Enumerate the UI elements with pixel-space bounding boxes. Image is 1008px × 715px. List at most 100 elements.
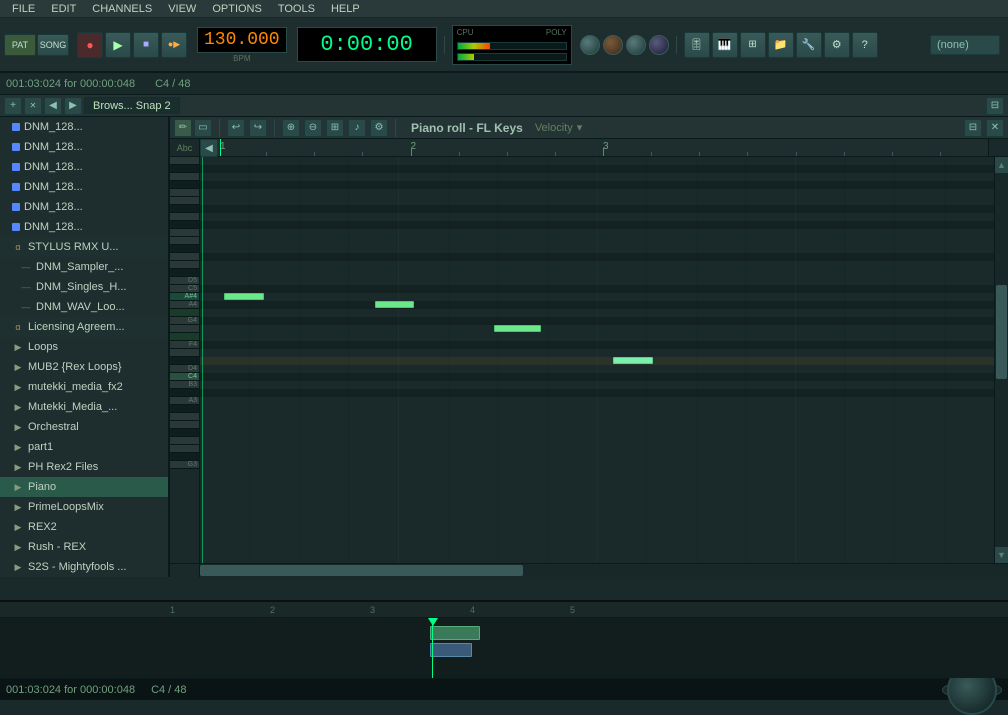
menu-view[interactable]: VIEW	[160, 0, 204, 18]
stop-button[interactable]: ■	[133, 32, 159, 58]
menu-channels[interactable]: CHANNELS	[84, 0, 160, 18]
list-item-s2s[interactable]: ▶ S2S - Mightyfools ...	[0, 557, 168, 577]
none-dropdown[interactable]: (none)	[930, 35, 1000, 55]
piano-key-gs5[interactable]: A5	[170, 221, 199, 229]
piano-key-fs4[interactable]	[170, 325, 199, 333]
list-item-mub2[interactable]: ▶ MUB2 {Rex Loops}	[0, 357, 168, 377]
zoom-out-button[interactable]: ⊖	[304, 119, 322, 137]
list-item-rex2[interactable]: ▶ REX2	[0, 517, 168, 537]
horizontal-scrollbar[interactable]	[170, 563, 1008, 577]
piano-key-e5[interactable]	[170, 253, 199, 261]
piano-key-d3[interactable]	[170, 445, 199, 453]
master-volume-knob[interactable]	[580, 35, 600, 55]
piano-key-g5[interactable]	[170, 229, 199, 237]
h-scrollbar-track[interactable]	[200, 564, 1008, 577]
vertical-scrollbar[interactable]: ▲ ▼	[994, 157, 1008, 563]
list-item[interactable]: — DNM_Singles_H...	[0, 277, 168, 297]
piano-key-b5[interactable]	[170, 197, 199, 205]
list-item-mutekki-media[interactable]: ▶ Mutekki_Media_...	[0, 397, 168, 417]
piano-key-as3[interactable]: A#3	[170, 389, 199, 397]
piano-key-g4[interactable]: G4	[170, 317, 199, 325]
list-item-orchestral[interactable]: ▶ Orchestral	[0, 417, 168, 437]
piano-key-fs3[interactable]	[170, 421, 199, 429]
timeline-tracks[interactable]	[0, 618, 1008, 678]
list-item[interactable]: α Licensing Agreem...	[0, 317, 168, 337]
piano-key-ds5[interactable]: F5	[170, 269, 199, 277]
draw-tool[interactable]: ✏	[174, 119, 192, 137]
swing-knob[interactable]	[649, 35, 669, 55]
list-item[interactable]: DNM_128...	[0, 197, 168, 217]
piano-key-a3[interactable]: A3	[170, 397, 199, 405]
settings-button[interactable]: ⚙	[824, 32, 850, 58]
timeline-pattern-1[interactable]	[430, 626, 480, 640]
piano-key-b4[interactable]: C5	[170, 285, 199, 293]
scale-button[interactable]: ⚙	[370, 119, 388, 137]
scroll-up-button[interactable]: ▲	[995, 157, 1008, 173]
piano-key-f5[interactable]: G5	[170, 245, 199, 253]
menu-help[interactable]: HELP	[323, 0, 368, 18]
bpm-display[interactable]: 130.000	[197, 27, 287, 53]
menu-edit[interactable]: EDIT	[43, 0, 84, 18]
pat-button[interactable]: PAT	[4, 34, 36, 56]
list-item[interactable]: DNM_128...	[0, 137, 168, 157]
nav-left-button[interactable]: ◀	[44, 97, 62, 115]
piano-key-e6[interactable]	[170, 157, 199, 165]
piano-key-as4[interactable]: A#4	[170, 293, 199, 301]
list-item-piano[interactable]: ▶ Piano	[0, 477, 168, 497]
record-live-button[interactable]: ●▶	[161, 32, 187, 58]
step-seq-button[interactable]: ⊞	[740, 32, 766, 58]
piano-key-d6[interactable]	[170, 173, 199, 181]
piano-roll-button[interactable]: 🎹	[712, 32, 738, 58]
menu-options[interactable]: OPTIONS	[204, 0, 270, 18]
piano-key-d5[interactable]	[170, 261, 199, 269]
tempo-dial[interactable]	[942, 681, 1002, 699]
velocity-label-btn[interactable]: Velocity	[535, 122, 573, 134]
piano-key-e3[interactable]	[170, 437, 199, 445]
list-item[interactable]: α STYLUS RMX U...	[0, 237, 168, 257]
nav-right-button[interactable]: ▶	[64, 97, 82, 115]
piano-key-c3[interactable]: G3	[170, 461, 199, 469]
quantize-button[interactable]: ⊞	[326, 119, 344, 137]
piano-roll-ruler[interactable]: 1 2 3	[218, 139, 988, 157]
h-scrollbar-thumb[interactable]	[200, 565, 523, 576]
piano-key-ds6[interactable]	[170, 165, 199, 173]
piano-key-c6[interactable]	[170, 189, 199, 197]
velocity-dropdown-arrow[interactable]: ▾	[577, 121, 583, 134]
plugin-button[interactable]: 🔧	[796, 32, 822, 58]
select-tool[interactable]: ▭	[194, 119, 212, 137]
scrollbar-thumb[interactable]	[996, 285, 1007, 379]
piano-key-cs6[interactable]: D#6	[170, 181, 199, 189]
scrollbar-track[interactable]	[995, 173, 1008, 547]
piano-key-d4b[interactable]: D4	[170, 365, 199, 373]
panel-options-button[interactable]: ⊟	[986, 97, 1004, 115]
piano-key-a5[interactable]	[170, 213, 199, 221]
undo-button[interactable]: ↩	[227, 119, 245, 137]
list-item-rush-rex[interactable]: ▶ Rush - REX	[0, 537, 168, 557]
scroll-down-button[interactable]: ▼	[995, 547, 1008, 563]
list-item[interactable]: DNM_128...	[0, 117, 168, 137]
close-panel-button[interactable]: ✕	[24, 97, 42, 115]
note-a4[interactable]	[375, 301, 415, 308]
record-button[interactable]: ●	[77, 32, 103, 58]
piano-key-e4[interactable]: F4	[170, 341, 199, 349]
piano-key-ds4[interactable]: D#4	[170, 357, 199, 365]
browser-button[interactable]: 📁	[768, 32, 794, 58]
menu-file[interactable]: FILE	[4, 0, 43, 18]
scroll-left-button[interactable]: ◀	[200, 139, 218, 157]
piano-key-ds3[interactable]	[170, 453, 199, 461]
mixer-button[interactable]: 🎚	[684, 32, 710, 58]
zoom-in-button[interactable]: ⊕	[282, 119, 300, 137]
piano-key-f3[interactable]: G#3	[170, 429, 199, 437]
menu-tools[interactable]: TOOLS	[270, 0, 323, 18]
timeline-pattern-2[interactable]	[430, 643, 472, 657]
list-item-primeloops[interactable]: ▶ PrimeLoopsMix	[0, 497, 168, 517]
list-item-mutekki-fx[interactable]: ▶ mutekki_media_fx2	[0, 377, 168, 397]
list-item[interactable]: DNM_128...	[0, 157, 168, 177]
list-item[interactable]: — DNM_WAV_Loo...	[0, 297, 168, 317]
piano-key-d4[interactable]	[170, 349, 199, 357]
list-item-loops[interactable]: ▶ Loops	[0, 337, 168, 357]
list-item-part1[interactable]: ▶ part1	[0, 437, 168, 457]
chord-button[interactable]: ♪	[348, 119, 366, 137]
list-item-ph-rex2[interactable]: ▶ PH Rex2 Files	[0, 457, 168, 477]
redo-button[interactable]: ↪	[249, 119, 267, 137]
